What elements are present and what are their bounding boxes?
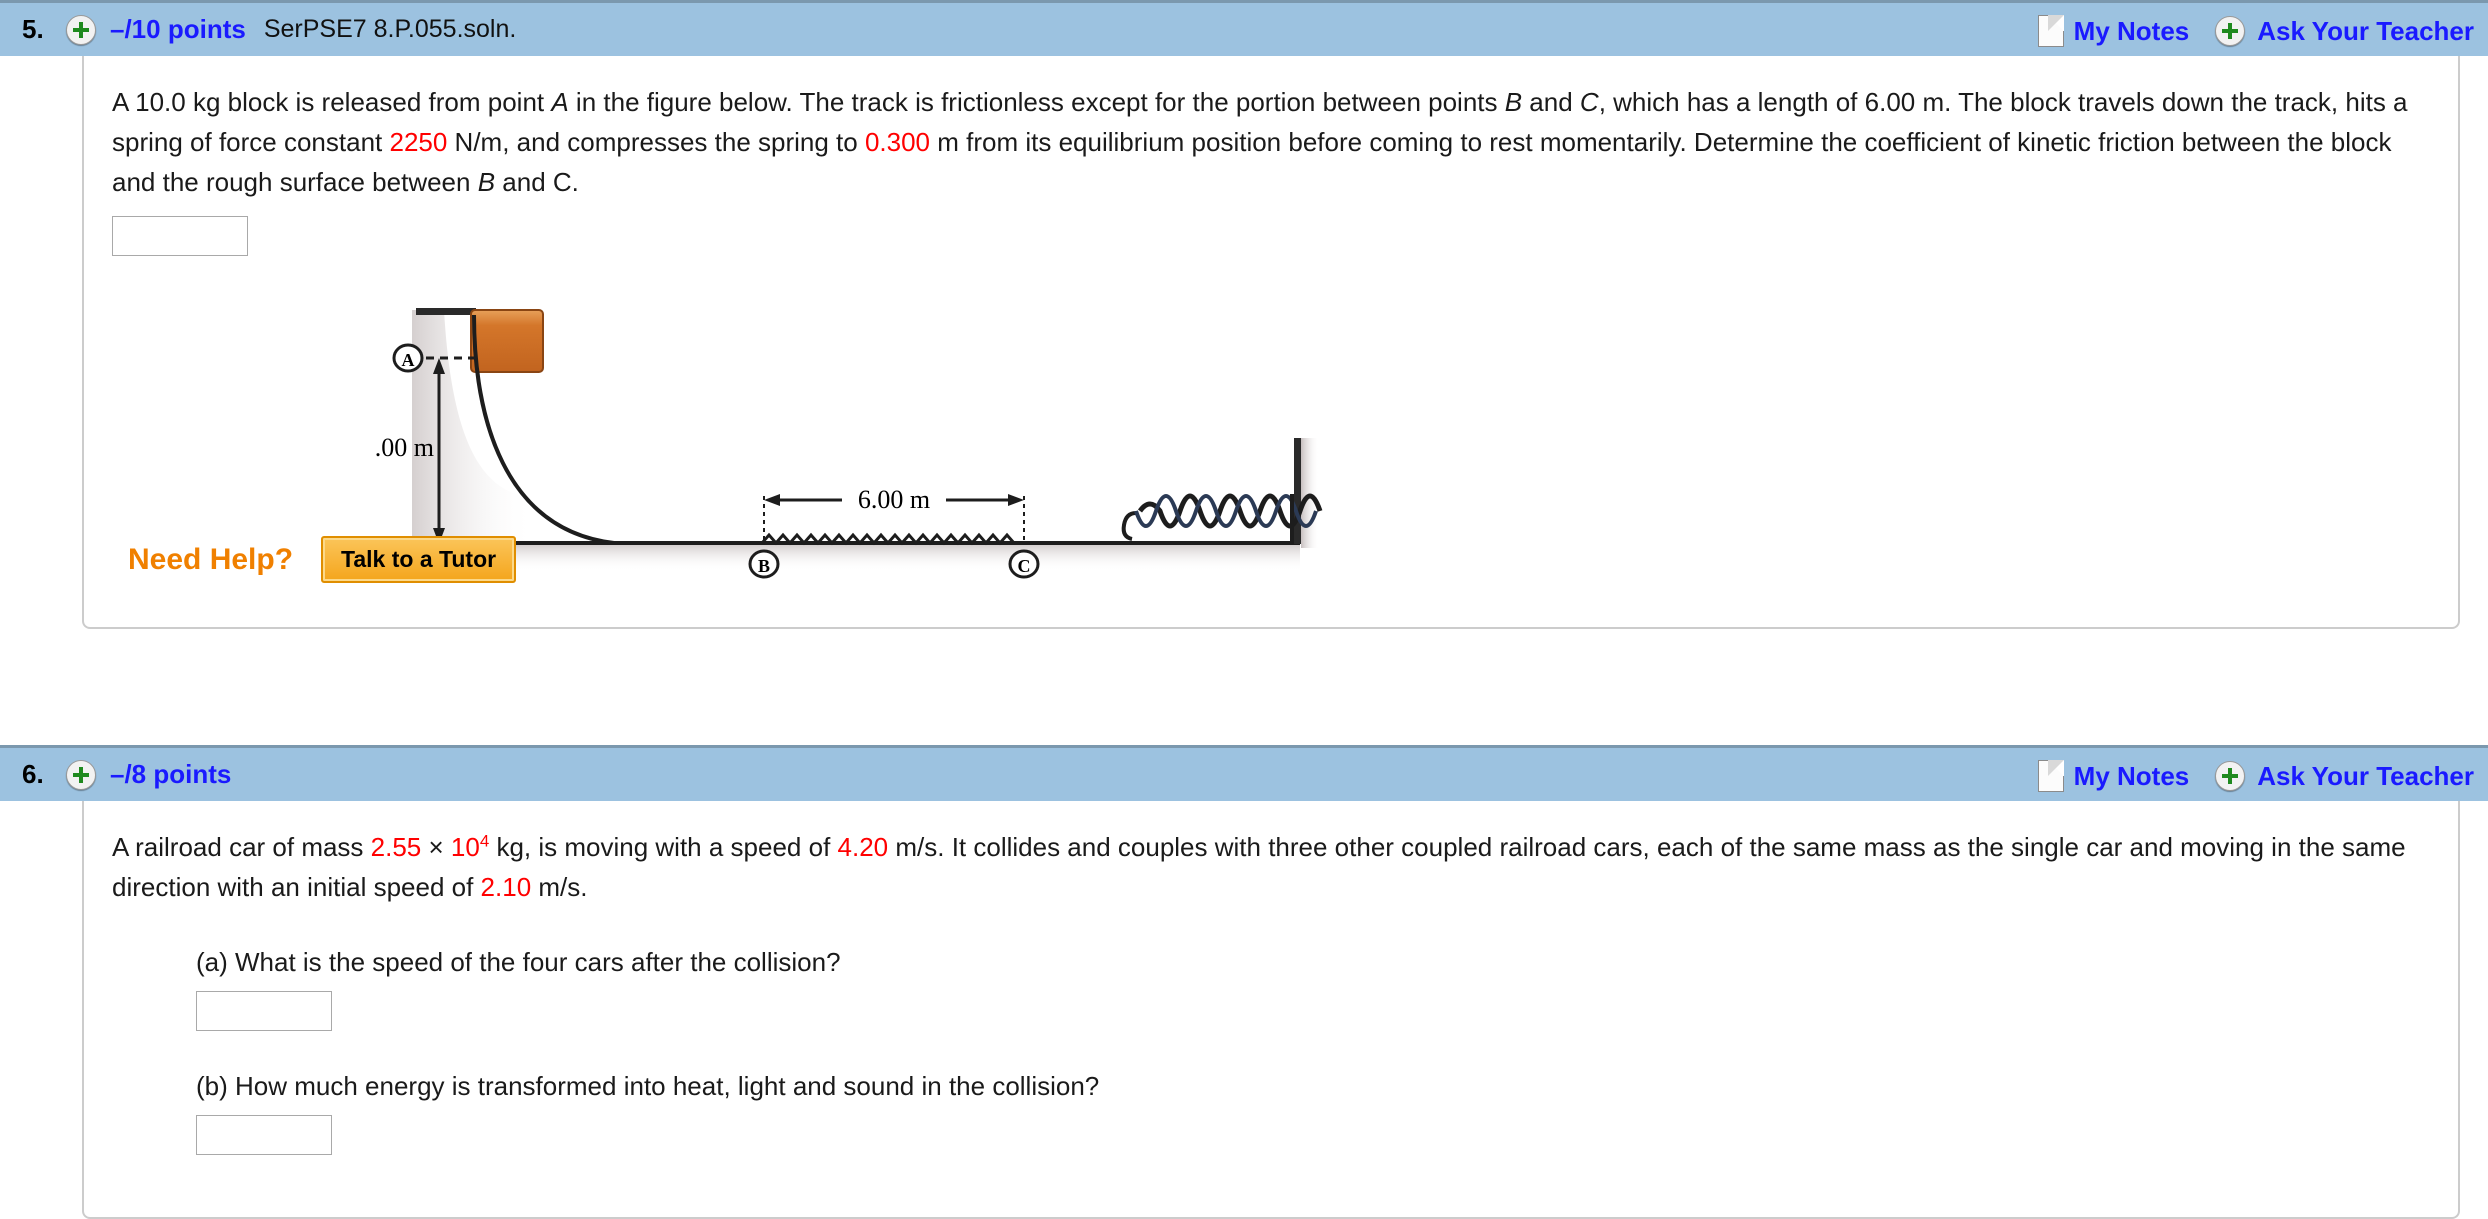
ask-teacher-plus-icon [2215, 16, 2246, 46]
problem-5-header-actions: My Notes Ask Your Teacher [2037, 3, 2474, 59]
problem-6-header-actions: My Notes Ask Your Teacher [2037, 748, 2474, 804]
notes-page-icon [2037, 15, 2064, 47]
figure-spring [1121, 493, 1323, 541]
q5-part7: and C. [495, 167, 579, 197]
problem-6-question-text: A railroad car of mass 2.55 × 104 kg, is… [84, 801, 2458, 907]
figure-label-A: A [402, 350, 415, 370]
figure-svg: A 3.00 m 6.00 m [362, 308, 1323, 579]
problem-5-number: 5. [22, 14, 44, 44]
q6-mass-base: 10 [450, 832, 480, 862]
sub-question-a: (a) What is the speed of the four cars a… [84, 943, 2458, 1031]
problem-6-body: A railroad car of mass 2.55 × 104 kg, is… [82, 801, 2460, 1219]
figure-label-C: C [1018, 556, 1031, 576]
problem-5-question-text: A 10.0 kg block is released from point A… [84, 56, 2458, 202]
problem-5-code: SerPSE7 8.P.055.soln. [263, 15, 517, 43]
q5-part3: and [1522, 87, 1580, 117]
q6-part2: kg, is moving with a speed of [489, 832, 838, 862]
q5-point-a: A [551, 87, 569, 117]
problem-6-header: 6. –/8 points My Notes Ask Your Teacher [0, 745, 2488, 801]
sub-question-b-label: (b) How much energy is transformed into … [196, 1071, 1100, 1101]
q5-point-b2: B [477, 167, 496, 197]
answer-input-6b[interactable] [196, 1115, 332, 1155]
q6-speed-1: 4.20 [837, 832, 889, 862]
my-notes-label-6: My Notes [2073, 760, 2190, 791]
problem-6-points: –/8 points [110, 759, 232, 789]
figure-height-label: 3.00 m [374, 433, 434, 462]
figure-span-label: 6.00 m [858, 485, 930, 514]
my-notes-link-5[interactable]: My Notes [2037, 15, 2190, 47]
q5-part1: A 10.0 kg block is released from point [112, 87, 552, 117]
problem-5: 5. –/10 points SerPSE7 8.P.055.soln. My … [0, 0, 2488, 629]
q5-part2: in the figure below. The track is fricti… [568, 87, 1505, 117]
expand-plus-icon[interactable] [66, 14, 96, 45]
my-notes-link-6[interactable]: My Notes [2037, 760, 2190, 792]
ask-teacher-label-5: Ask Your Teacher [2257, 15, 2474, 46]
answer-input-6a[interactable] [196, 991, 332, 1031]
physics-figure-track-spring: A 3.00 m 6.00 m [362, 298, 1334, 588]
talk-to-a-tutor-button-5[interactable]: Talk to a Tutor [321, 536, 517, 583]
problem-5-points: –/10 points [110, 14, 246, 44]
q6-times: × [421, 832, 451, 862]
need-help-label-5: Need Help? [128, 542, 294, 576]
ask-teacher-plus-icon-6 [2215, 761, 2246, 791]
figure-label-B: B [758, 556, 770, 576]
problem-5-body: A 10.0 kg block is released from point A… [82, 56, 2460, 629]
q5-spring-constant: 2250 [389, 127, 448, 157]
problem-5-header: 5. –/10 points SerPSE7 8.P.055.soln. My … [0, 0, 2488, 56]
sub-question-b: (b) How much energy is transformed into … [84, 1067, 2458, 1155]
q6-mass-mantissa: 2.55 [370, 832, 422, 862]
expand-plus-icon-6[interactable] [66, 759, 96, 790]
my-notes-label-5: My Notes [2073, 15, 2190, 46]
q6-mass-exponent: 4 [479, 831, 490, 851]
q5-part5: N/m, and compresses the spring to [447, 127, 865, 157]
problem-6-number: 6. [22, 759, 44, 789]
q6-part1: A railroad car of mass [112, 832, 371, 862]
sub-question-a-label: (a) What is the speed of the four cars a… [196, 947, 841, 977]
q5-compression: 0.300 [864, 127, 931, 157]
ask-your-teacher-link-5[interactable]: Ask Your Teacher [2215, 16, 2474, 47]
q5-point-b: B [1504, 87, 1523, 117]
need-help-row-5: Need Help? Talk to a Tutor [128, 536, 517, 583]
notes-page-icon-6 [2037, 760, 2064, 792]
answer-input-5[interactable] [112, 216, 248, 256]
problem-6: 6. –/8 points My Notes Ask Your Teacher … [0, 745, 2488, 1219]
q5-point-c: C [1579, 87, 1599, 117]
ask-your-teacher-link-6[interactable]: Ask Your Teacher [2215, 761, 2474, 792]
q6-part4: m/s. [531, 872, 588, 902]
ask-teacher-label-6: Ask Your Teacher [2257, 760, 2474, 791]
assignment-page: 5. –/10 points SerPSE7 8.P.055.soln. My … [0, 0, 2488, 1219]
q6-speed-2: 2.10 [480, 872, 532, 902]
